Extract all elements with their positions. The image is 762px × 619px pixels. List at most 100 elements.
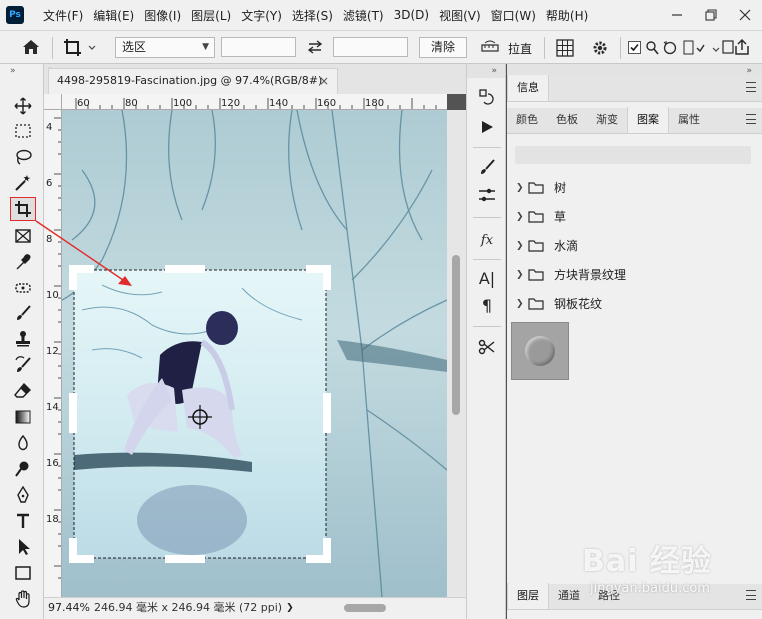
overlay-grid-icon[interactable] [556,39,574,60]
menu-select[interactable]: 选择(S) [287,7,338,24]
reset-icon[interactable] [663,41,677,58]
type-tool-icon[interactable] [10,509,36,533]
content-aware-icon[interactable] [645,40,659,59]
brush-tool-icon[interactable] [10,301,36,325]
menu-type[interactable]: 文字(Y) [236,7,287,24]
panel-menu-icon[interactable] [746,590,756,600]
paragraph-panel-icon[interactable]: ¶ [476,294,498,316]
crop-preset-icon[interactable] [63,38,97,61]
gradient-tool-icon[interactable] [10,405,36,429]
chevron-right-icon[interactable]: ❯ [516,212,528,222]
vertical-scrollbar[interactable] [447,110,466,597]
clear-button[interactable]: 清除 [419,37,467,58]
minimize-icon[interactable] [660,0,694,30]
marquee-tool-icon[interactable] [10,119,36,143]
width-input[interactable] [221,37,296,57]
image-canvas[interactable] [62,110,447,597]
chevron-right-icon[interactable]: ❯ [516,299,528,309]
pattern-folder-row[interactable]: ❯ 钢板花纹 [507,289,752,318]
status-menu-icon[interactable]: ❯ [282,598,294,619]
chevron-right-icon[interactable]: ❯ [516,183,528,193]
pattern-folder-row[interactable]: ❯ 树 [507,173,752,202]
share-icon[interactable] [733,38,751,59]
crop-tool-icon[interactable] [10,197,36,221]
ruler-origin[interactable] [44,94,62,110]
blur-tool-icon[interactable] [10,431,36,455]
panel-menu-icon[interactable] [746,82,756,92]
tab-info[interactable]: 信息 [507,75,549,101]
hand-tool-icon[interactable] [10,587,36,611]
menu-help[interactable]: 帮助(H) [541,7,593,24]
path-select-tool-icon[interactable] [10,535,36,559]
tab-properties[interactable]: 属性 [669,107,709,133]
frame-tool-icon[interactable] [10,224,36,248]
crop-handle-left[interactable] [69,393,77,433]
close-icon[interactable]: × [319,69,329,93]
lasso-tool-icon[interactable] [10,145,36,169]
crop-handle-right[interactable] [323,393,331,433]
chevron-down-icon[interactable] [712,43,720,57]
ratio-select[interactable]: 选区 ▼ [115,37,215,58]
menu-image[interactable]: 图像(I) [139,7,186,24]
gear-icon[interactable] [591,39,609,60]
history-brush-tool-icon[interactable] [10,353,36,377]
eyedropper-tool-icon[interactable] [10,250,36,274]
pattern-folder-row[interactable]: ❯ 水滴 [507,231,752,260]
document-tab[interactable]: 4498-295819-Fascination.jpg @ 97.4%(RGB/… [48,68,338,94]
restore-icon[interactable] [694,0,728,30]
straighten-icon[interactable] [481,40,499,57]
rectangle-tool-icon[interactable] [10,561,36,585]
vertical-ruler[interactable]: 4 6 8 10 12 14 16 18 [44,110,62,597]
dodge-tool-icon[interactable] [10,457,36,481]
eraser-tool-icon[interactable] [10,379,36,403]
styles-fx-icon[interactable]: fx [476,229,498,251]
menu-edit[interactable]: 编辑(E) [88,7,139,24]
horizontal-scroll-thumb[interactable] [344,604,386,612]
menu-window[interactable]: 窗口(W) [486,7,541,24]
panel-scrollbar[interactable] [752,174,762,574]
swap-icon[interactable] [306,39,324,58]
commit-icon[interactable] [683,39,707,60]
tab-swatches[interactable]: 色板 [547,107,587,133]
crop-handle-top[interactable] [165,265,205,273]
collapse-icon[interactable]: » [10,66,16,76]
tab-patterns[interactable]: 图案 [627,107,669,133]
straighten-label[interactable]: 拉直 [508,40,532,57]
delete-cropped-checkbox[interactable] [628,41,641,57]
pattern-swatch[interactable] [511,322,569,380]
menu-3d[interactable]: 3D(D) [389,8,434,22]
tool-presets-icon[interactable] [476,336,498,358]
magic-wand-tool-icon[interactable] [10,171,36,195]
pattern-search-input[interactable] [515,146,751,164]
vertical-scroll-thumb[interactable] [452,255,460,415]
tab-layers[interactable]: 图层 [507,583,549,609]
crop-handle-bottom[interactable] [165,555,205,563]
pen-tool-icon[interactable] [10,483,36,507]
height-input[interactable] [333,37,408,57]
close-icon[interactable] [728,0,762,30]
zoom-level[interactable]: 97.44% [44,598,92,619]
panel-menu-icon[interactable] [746,114,756,124]
chevron-right-icon[interactable]: ❯ [516,270,528,280]
brush-settings-icon[interactable] [476,156,498,178]
history-panel-icon[interactable] [476,86,498,108]
pattern-folder-row[interactable]: ❯ 草 [507,202,752,231]
home-icon[interactable] [22,39,40,58]
menu-layer[interactable]: 图层(L) [186,7,236,24]
spot-healing-tool-icon[interactable] [10,276,36,300]
menu-filter[interactable]: 滤镜(T) [338,7,389,24]
tab-gradients[interactable]: 渐变 [587,107,627,133]
collapse-icon[interactable]: » [467,64,505,78]
clone-stamp-tool-icon[interactable] [10,327,36,351]
menu-file[interactable]: 文件(F) [38,7,88,24]
tab-color[interactable]: 颜色 [507,107,547,133]
chevron-right-icon[interactable]: ❯ [516,241,528,251]
pattern-folder-row[interactable]: ❯ 方块背景纹理 [507,260,752,289]
menu-view[interactable]: 视图(V) [434,7,486,24]
actions-play-icon[interactable] [476,116,498,138]
character-panel-icon[interactable]: A| [476,267,498,289]
brush-presets-icon[interactable] [476,184,498,206]
horizontal-ruler[interactable]: 60 80 100 120 140 160 180 [62,94,447,110]
tab-channels[interactable]: 通道 [549,583,589,609]
move-tool-icon[interactable] [10,94,36,118]
